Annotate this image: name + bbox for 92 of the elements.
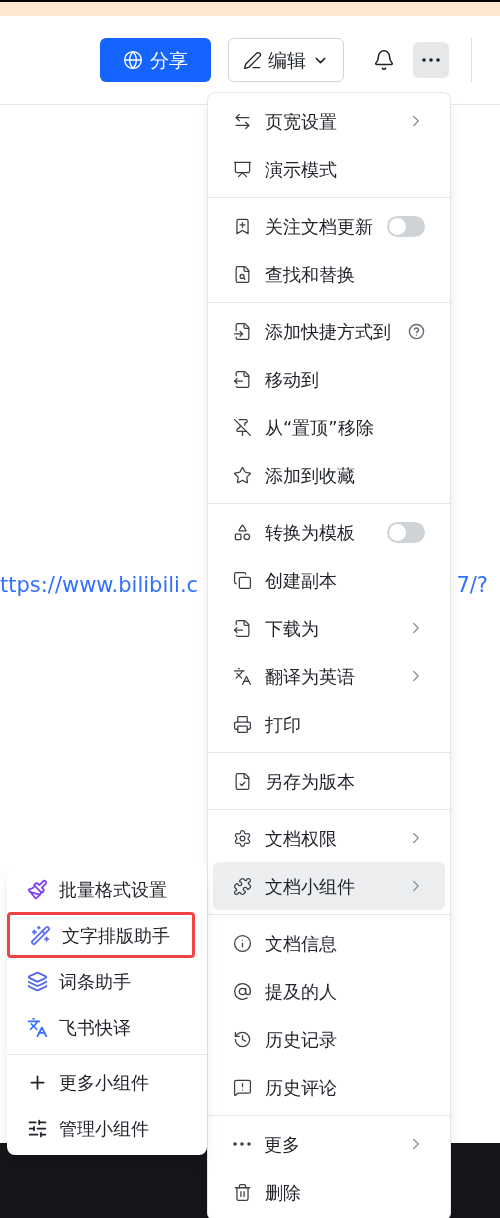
submenu-item[interactable]: 文字排版助手 [7,912,195,958]
menu-item-label: 更多 [264,1132,301,1157]
submenu-item-label: 管理小组件 [59,1116,149,1141]
presentation-icon [233,159,252,179]
menu-item-label: 添加到收藏 [265,463,356,488]
star-icon [233,465,252,485]
menu-item[interactable]: 添加快捷方式到 [213,307,445,355]
more-icon [422,58,440,62]
file-search-icon [233,264,252,284]
menu-item-label: 文档权限 [265,826,338,851]
submenu-item-label: 词条助手 [59,969,131,994]
bookmark-plus-icon [233,216,252,236]
toggle-switch[interactable] [387,521,425,543]
menu-item-label: 历史记录 [265,1027,338,1052]
menu-item[interactable]: 演示模式 [213,145,445,193]
menu-item[interactable]: 转换为模板 [213,508,445,556]
menu-item[interactable]: 历史评论 [213,1063,445,1111]
menu-item-label: 历史评论 [265,1075,338,1100]
manage-icon [27,1117,48,1139]
submenu-item-label: 更多小组件 [59,1070,149,1095]
help-icon[interactable] [408,322,425,340]
menu-item[interactable]: 从“置顶”移除 [213,403,445,451]
unpin-icon [233,417,252,437]
file-check-icon [233,771,252,791]
settings-icon [233,828,252,848]
menu-item-label: 删除 [265,1180,302,1205]
menu-item[interactable]: 更多 [213,1120,445,1168]
menu-item[interactable]: 添加到收藏 [213,451,445,499]
submenu-item-label: 批量格式设置 [59,877,167,902]
menu-item-label: 添加快捷方式到 [265,319,392,344]
submenu-item[interactable]: 词条助手 [7,958,207,1004]
submenu-item[interactable]: 批量格式设置 [7,866,207,912]
info-icon [233,933,252,953]
shapes-icon [233,522,252,542]
menu-item-label: 下载为 [265,616,320,641]
link-text[interactable]: ttps://www.bilibili.c [0,570,199,602]
menu-item[interactable]: 移动到 [213,355,445,403]
menu-item[interactable]: 文档信息 [213,919,445,967]
menu-item[interactable]: 创建副本 [213,556,445,604]
translate-icon [27,1016,48,1038]
toggle-switch[interactable] [387,215,425,237]
export-icon [233,618,252,638]
more-icon [233,1142,251,1146]
menu-item-label: 创建副本 [265,568,338,593]
puzzle-icon [233,876,252,896]
menu-item-label: 页宽设置 [265,109,338,134]
submenu-item[interactable]: 管理小组件 [7,1105,207,1151]
menu-item[interactable]: 文档小组件 [213,862,445,910]
menu-item-label: 另存为版本 [265,769,356,794]
menu-item-label: 移动到 [265,367,320,392]
menu-item-label: 提及的人 [265,979,338,1004]
shortcut-icon [233,321,252,341]
pen-icon [243,50,262,70]
menu-item[interactable]: 历史记录 [213,1015,445,1063]
submenu-item[interactable]: 飞书快译 [7,1004,207,1050]
trash-icon [233,1182,252,1202]
link-text[interactable]: 7/? [456,570,488,602]
menu-item-label: 转换为模板 [265,520,356,545]
menu-item-label: 翻译为英语 [265,664,356,689]
move-file-icon [233,369,252,389]
menu-item-label: 关注文档更新 [265,214,374,239]
share-button[interactable]: 分享 [100,38,211,82]
menu-item-label: 查找和替换 [265,262,356,287]
menu-item[interactable]: 下载为 [213,604,445,652]
edit-button[interactable]: 编辑 [228,38,344,82]
submenu-item-label: 文字排版助手 [62,923,170,948]
menu-item[interactable]: 关注文档更新 [213,202,445,250]
menu-item[interactable]: 提及的人 [213,967,445,1015]
history-icon [233,1029,252,1049]
at-sign-icon [233,981,252,1001]
menu-item-label: 文档小组件 [265,874,356,899]
copy-icon [233,570,252,590]
magic-wand-icon [30,924,51,946]
menu-item[interactable]: 打印 [213,700,445,748]
page-width-icon [233,111,252,131]
menu-item-label: 从“置顶”移除 [265,415,375,440]
menu-item[interactable]: 查找和替换 [213,250,445,298]
menu-item[interactable]: 文档权限 [213,814,445,862]
globe-icon [123,50,143,70]
menu-item-label: 演示模式 [265,157,338,182]
menu-item[interactable]: 页宽设置 [213,97,445,145]
printer-icon [233,714,252,734]
menu-item-label: 文档信息 [265,931,338,956]
more-button[interactable] [413,42,449,78]
submenu-item-label: 飞书快译 [59,1015,131,1040]
menu-item[interactable]: 另存为版本 [213,757,445,805]
menu-item[interactable]: 翻译为英语 [213,652,445,700]
menu-item-label: 打印 [265,712,302,737]
notification-bell-icon[interactable] [373,49,395,71]
comment-icon [233,1077,252,1097]
translate-icon [233,666,252,686]
submenu-item[interactable]: 更多小组件 [7,1059,207,1105]
